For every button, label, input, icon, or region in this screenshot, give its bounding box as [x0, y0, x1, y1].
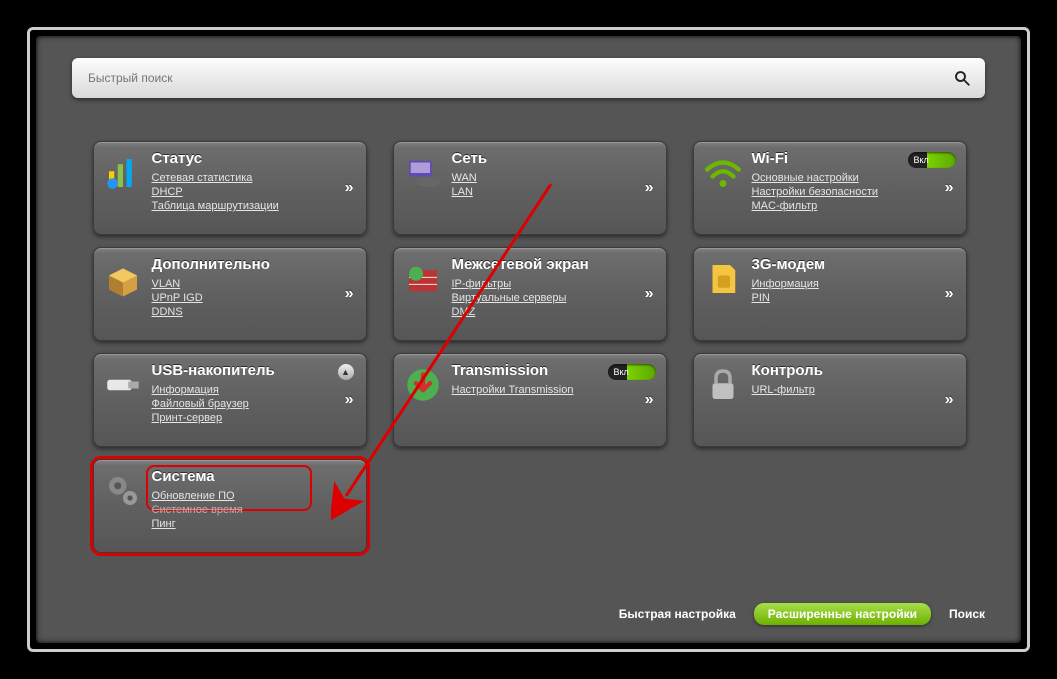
link-transmission-settings[interactable]: Настройки Transmission: [452, 384, 574, 396]
usb-icon: [100, 362, 146, 408]
chevron-right-icon[interactable]: »: [645, 391, 654, 409]
link-lan[interactable]: LAN: [452, 186, 477, 198]
card-grid: Статус Сетевая статистика DHCP Таблица м…: [72, 141, 985, 553]
chevron-right-icon[interactable]: »: [345, 285, 354, 303]
card-advanced[interactable]: Дополнительно VLAN UPnP IGD DDNS »: [93, 247, 367, 341]
link-upnp[interactable]: UPnP IGD: [152, 292, 203, 304]
wifi-icon: [700, 150, 746, 196]
card-title: 3G-модем: [752, 256, 826, 273]
search-bar[interactable]: [72, 58, 985, 98]
firewall-icon: [400, 256, 446, 302]
link-security-settings[interactable]: Настройки безопасности: [752, 186, 879, 198]
link-pin[interactable]: PIN: [752, 292, 819, 304]
card-title: USB-накопитель: [152, 362, 275, 379]
link-ip-filters[interactable]: IP-фильтры: [452, 278, 567, 290]
card-title: Wi-Fi: [752, 150, 789, 167]
link-dhcp[interactable]: DHCP: [152, 186, 279, 198]
chevron-right-icon[interactable]: »: [345, 497, 354, 515]
card-title: Transmission: [452, 362, 549, 379]
sim-icon: [700, 256, 746, 302]
card-usb[interactable]: ▲ USB-накопитель Информация Файловый бра…: [93, 353, 367, 447]
download-icon: [400, 362, 446, 408]
card-links: Обновление ПО Системное время Пинг: [152, 490, 243, 530]
link-firmware-update[interactable]: Обновление ПО: [152, 490, 243, 502]
link-basic-settings[interactable]: Основные настройки: [752, 172, 879, 184]
chevron-right-icon[interactable]: »: [345, 179, 354, 197]
card-links: IP-фильтры Виртуальные серверы DMZ: [452, 278, 567, 318]
main-panel: Статус Сетевая статистика DHCP Таблица м…: [36, 36, 1021, 643]
card-links: Настройки Transmission: [452, 384, 574, 396]
link-print-server[interactable]: Принт-сервер: [152, 412, 249, 424]
card-firewall[interactable]: Межсетевой экран IP-фильтры Виртуальные …: [393, 247, 667, 341]
link-ping[interactable]: Пинг: [152, 518, 243, 530]
eject-icon[interactable]: ▲: [338, 364, 354, 380]
link-routing-table[interactable]: Таблица маршрутизации: [152, 200, 279, 212]
card-title: Дополнительно: [152, 256, 270, 273]
chevron-right-icon[interactable]: »: [945, 391, 954, 409]
link-vlan[interactable]: VLAN: [152, 278, 203, 290]
chevron-right-icon[interactable]: »: [945, 285, 954, 303]
footer-extended-settings-button[interactable]: Расширенные настройки: [754, 603, 931, 625]
footer-quick-setup[interactable]: Быстрая настройка: [619, 607, 736, 621]
card-links: URL-фильтр: [752, 384, 815, 396]
card-transmission[interactable]: Вкл Transmission Настройки Transmission …: [393, 353, 667, 447]
link-url-filter[interactable]: URL-фильтр: [752, 384, 815, 396]
link-system-time[interactable]: Системное время: [152, 504, 243, 516]
link-info[interactable]: Информация: [152, 384, 249, 396]
network-icon: [400, 150, 446, 196]
link-ddns[interactable]: DDNS: [152, 306, 203, 318]
card-title: Межсетевой экран: [452, 256, 589, 273]
link-file-browser[interactable]: Файловый браузер: [152, 398, 249, 410]
card-control[interactable]: Контроль URL-фильтр »: [693, 353, 967, 447]
chevron-right-icon[interactable]: »: [645, 179, 654, 197]
card-title: Статус: [152, 150, 203, 167]
link-virtual-servers[interactable]: Виртуальные серверы: [452, 292, 567, 304]
chevron-right-icon[interactable]: »: [645, 285, 654, 303]
link-mac-filter[interactable]: MAC-фильтр: [752, 200, 879, 212]
lock-icon: [700, 362, 746, 408]
box-icon: [100, 256, 146, 302]
wifi-toggle[interactable]: Вкл: [908, 152, 956, 168]
card-links: Информация Файловый браузер Принт-сервер: [152, 384, 249, 424]
link-dmz[interactable]: DMZ: [452, 306, 567, 318]
link-net-stats[interactable]: Сетевая статистика: [152, 172, 279, 184]
link-wan[interactable]: WAN: [452, 172, 477, 184]
card-links: VLAN UPnP IGD DDNS: [152, 278, 203, 318]
card-links: Информация PIN: [752, 278, 819, 304]
link-info[interactable]: Информация: [752, 278, 819, 290]
card-links: Сетевая статистика DHCP Таблица маршрути…: [152, 172, 279, 212]
card-3g-modem[interactable]: 3G-модем Информация PIN »: [693, 247, 967, 341]
card-title: Сеть: [452, 150, 488, 167]
gears-icon: [100, 468, 146, 514]
card-network[interactable]: Сеть WAN LAN »: [393, 141, 667, 235]
chevron-right-icon[interactable]: »: [345, 391, 354, 409]
card-links: WAN LAN: [452, 172, 477, 198]
status-icon: [100, 150, 146, 196]
card-links: Основные настройки Настройки безопасност…: [752, 172, 879, 212]
card-title: Контроль: [752, 362, 823, 379]
search-input[interactable]: [86, 70, 953, 86]
card-system[interactable]: Система Обновление ПО Системное время Пи…: [93, 459, 367, 553]
card-wifi[interactable]: Вкл Wi-Fi Основные настройки Настройки б…: [693, 141, 967, 235]
footer-search[interactable]: Поиск: [949, 607, 985, 621]
card-title: Система: [152, 468, 215, 485]
chevron-right-icon[interactable]: »: [945, 179, 954, 197]
footer: Быстрая настройка Расширенные настройки …: [619, 603, 985, 625]
card-status[interactable]: Статус Сетевая статистика DHCP Таблица м…: [93, 141, 367, 235]
transmission-toggle[interactable]: Вкл: [608, 364, 656, 380]
search-icon[interactable]: [953, 69, 971, 87]
